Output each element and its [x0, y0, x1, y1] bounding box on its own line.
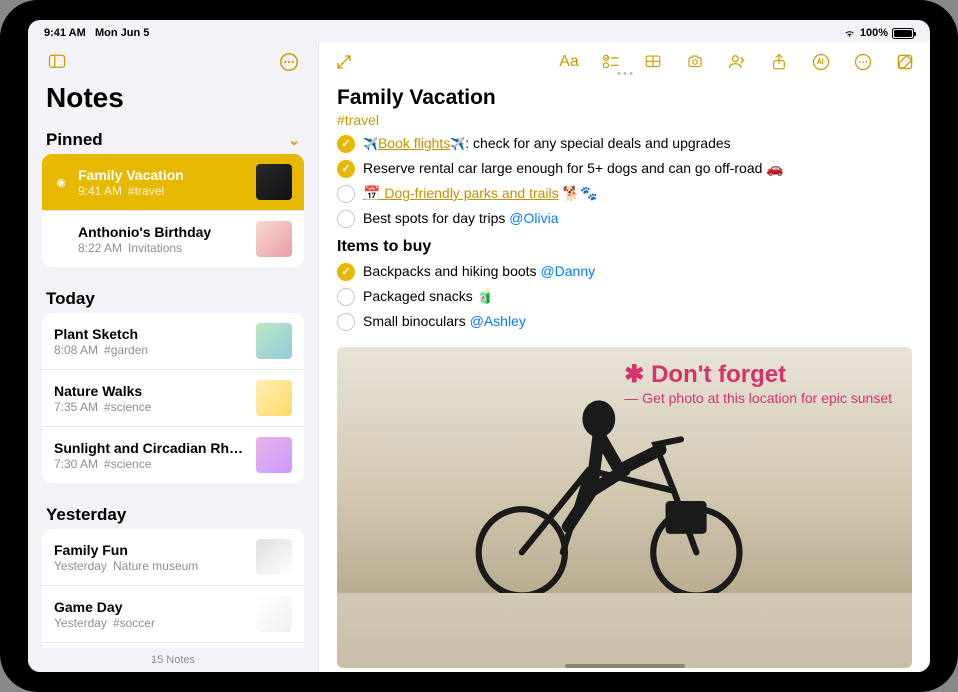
- note-row-family-fun[interactable]: Family Fun YesterdayNature museum: [42, 529, 304, 586]
- camera-button[interactable]: [684, 51, 706, 73]
- note-row-anthonios-birthday[interactable]: Anthonio's Birthday 8:22 AMInvitations: [42, 211, 304, 267]
- more-options-button[interactable]: [278, 51, 300, 73]
- note-row-nature-walks[interactable]: Nature Walks 7:35 AM#science: [42, 370, 304, 427]
- share-button[interactable]: [768, 51, 790, 73]
- checkbox[interactable]: [337, 288, 355, 306]
- note-row-game-day[interactable]: Game Day Yesterday#soccer: [42, 586, 304, 643]
- new-note-button[interactable]: [894, 51, 916, 73]
- section-yesterday-header: Yesterday: [28, 497, 318, 529]
- checkbox[interactable]: [337, 210, 355, 228]
- notes-sidebar: Notes Pinned ⌄ ◉ Family Vacation 9:41 AM…: [28, 42, 318, 672]
- checkbox[interactable]: [337, 313, 355, 331]
- note-row-family-vacation[interactable]: ◉ Family Vacation 9:41 AM#travel: [42, 154, 304, 211]
- section-today-header: Today: [28, 281, 318, 313]
- table-button[interactable]: [642, 51, 664, 73]
- checkbox[interactable]: [337, 263, 355, 281]
- note-thumbnail: [256, 596, 292, 632]
- checklist-travel[interactable]: ✈️Book flights✈️: check for any special …: [337, 134, 912, 228]
- toggle-sidebar-button[interactable]: [46, 51, 68, 73]
- note-row-sunlight-circadian[interactable]: Sunlight and Circadian Rhy… 7:30 AM#scie…: [42, 427, 304, 483]
- note-image-attachment[interactable]: ✱ Don't forget — Get photo at this locat…: [337, 347, 912, 668]
- mention-olivia[interactable]: @Olivia: [509, 210, 558, 226]
- checklist-button[interactable]: [600, 51, 622, 73]
- wifi-icon: [843, 29, 856, 38]
- subheading[interactable]: Items to buy: [337, 238, 912, 256]
- note-thumbnail: [256, 437, 292, 473]
- handwriting-annotation: ✱ Don't forget — Get photo at this locat…: [624, 361, 892, 407]
- more-button[interactable]: [852, 51, 874, 73]
- checkbox[interactable]: [337, 135, 355, 153]
- note-title[interactable]: Family Vacation: [337, 86, 912, 110]
- pinned-shared-icon: ◉: [54, 176, 68, 189]
- markup-button[interactable]: [810, 51, 832, 73]
- format-text-button[interactable]: Aa: [558, 51, 580, 73]
- battery-icon: [892, 28, 914, 39]
- checkbox[interactable]: [337, 160, 355, 178]
- chevron-down-icon: ⌄: [288, 132, 300, 149]
- note-editor[interactable]: Aa: [318, 42, 930, 672]
- note-thumbnail: [256, 539, 292, 575]
- note-thumbnail: [256, 380, 292, 416]
- checklist-items-to-buy[interactable]: Backpacks and hiking boots @Danny Packag…: [337, 262, 912, 331]
- home-indicator[interactable]: [565, 664, 685, 668]
- note-thumbnail: [256, 323, 292, 359]
- notes-count: 15 Notes: [28, 648, 318, 672]
- mention-danny[interactable]: @Danny: [540, 263, 595, 279]
- sidebar-title: Notes: [28, 82, 318, 122]
- expand-button[interactable]: [333, 51, 355, 73]
- note-thumbnail: [256, 221, 292, 257]
- link-book-flights[interactable]: Book flights: [378, 135, 450, 151]
- status-date: Mon Jun 5: [95, 27, 149, 39]
- note-thumbnail: [256, 164, 292, 200]
- note-tag[interactable]: #travel: [337, 112, 912, 128]
- note-row-plant-sketch[interactable]: Plant Sketch 8:08 AM#garden: [42, 313, 304, 370]
- collaborate-button[interactable]: [726, 51, 748, 73]
- status-bar: 9:41 AM Mon Jun 5 100%: [28, 20, 930, 42]
- mention-ashley[interactable]: @Ashley: [470, 313, 526, 329]
- status-time: 9:41 AM: [44, 27, 86, 39]
- link-dog-friendly[interactable]: 📅 Dog-friendly parks and trails: [363, 185, 559, 201]
- note-row-aurora-borealis[interactable]: Aurora Borealis YesterdayCollisions with…: [42, 643, 304, 648]
- multitasking-grabber[interactable]: [617, 72, 632, 75]
- section-pinned-header[interactable]: Pinned ⌄: [28, 122, 318, 154]
- checkbox[interactable]: [337, 185, 355, 203]
- battery-percent: 100%: [860, 27, 888, 39]
